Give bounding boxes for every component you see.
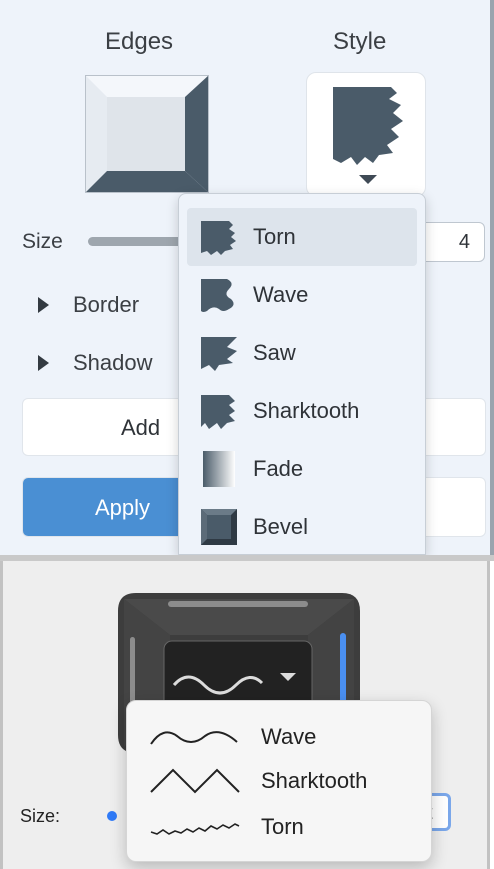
style-menu: Torn Wave Saw Sharktooth Fade Bevel — [178, 193, 426, 555]
style-menu-label: Wave — [253, 282, 309, 307]
torn-icon — [201, 221, 236, 255]
style-menu-label: Saw — [253, 340, 296, 365]
edge-style-menu: Wave Sharktooth Torn — [126, 700, 432, 862]
style-dropdown-button[interactable] — [306, 72, 426, 197]
border-expander[interactable]: Border — [38, 292, 139, 318]
style-menu-label: Bevel — [253, 514, 309, 539]
edge-menu-label: Wave — [261, 724, 317, 749]
style-menu-item-fade[interactable]: Fade — [187, 440, 417, 498]
style-menu-item-sharktooth[interactable]: Sharktooth — [187, 382, 417, 440]
border-label: Border — [73, 292, 140, 317]
bevel-icon — [201, 509, 237, 545]
disclosure-triangle-icon — [38, 355, 49, 371]
size-label: Size: — [20, 806, 61, 826]
edges-label: Edges — [105, 28, 174, 55]
wave-icon — [201, 279, 234, 312]
saw-icon — [201, 337, 237, 371]
edge-menu-item-sharktooth[interactable]: Sharktooth — [127, 759, 433, 803]
edge-menu-item-torn[interactable]: Torn — [127, 805, 433, 849]
style-menu-item-wave[interactable]: Wave — [187, 266, 417, 324]
sharktooth-line-icon — [150, 768, 240, 794]
shadow-expander[interactable]: Shadow — [38, 350, 153, 376]
apply-button[interactable]: Apply — [23, 478, 183, 536]
style-menu-label: Fade — [253, 456, 304, 481]
shadow-label: Shadow — [73, 350, 153, 375]
size-label: Size — [22, 230, 63, 253]
size-slider-knob[interactable] — [107, 811, 117, 821]
style-menu-label: Torn — [253, 224, 296, 249]
style-menu-item-bevel[interactable]: Bevel — [187, 498, 417, 554]
edge-menu-label: Torn — [261, 814, 304, 839]
torn-icon — [333, 87, 403, 165]
size-slider[interactable] — [88, 237, 188, 246]
sharktooth-icon — [201, 395, 235, 429]
chevron-down-icon — [359, 175, 377, 184]
wave-line-icon — [150, 731, 238, 745]
edge-menu-label: Sharktooth — [261, 768, 368, 793]
bevel-edge-preview-icon[interactable] — [85, 75, 209, 193]
edges-style-panel: Edges Style Size 4 Border Shadow Add App… — [0, 0, 494, 555]
fade-icon — [203, 451, 235, 487]
style-menu-label: Sharktooth — [253, 398, 360, 423]
disclosure-triangle-icon — [38, 297, 49, 313]
style-menu-item-torn[interactable]: Torn — [187, 208, 417, 266]
style-menu-item-saw[interactable]: Saw — [187, 324, 417, 382]
edge-menu-item-wave[interactable]: Wave — [127, 715, 433, 759]
style-label: Style — [333, 28, 387, 55]
torn-line-icon — [150, 823, 240, 835]
